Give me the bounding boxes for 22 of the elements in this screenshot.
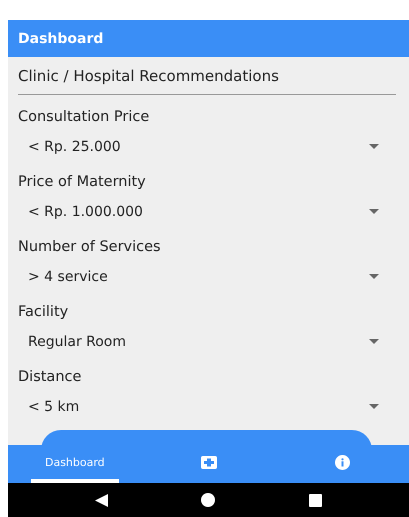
medical-cross-icon [200, 456, 216, 468]
dropdown[interactable]: > 4 service [18, 259, 409, 294]
dropdown[interactable]: < Rp. 25.000 [18, 129, 409, 164]
caret-icon [369, 339, 379, 344]
filter-label: Consultation Price [18, 108, 150, 127]
back-icon[interactable] [94, 494, 108, 506]
dropdown[interactable]: Regular Room [18, 324, 409, 359]
caret-icon [369, 209, 379, 214]
filter-label: Distance [18, 368, 82, 387]
caret-icon [369, 144, 379, 149]
app-bar-title: Dashboard [18, 30, 104, 46]
caret-icon [369, 274, 379, 279]
home-icon[interactable] [201, 493, 216, 507]
page-title: Clinic / Hospital Recommendations [18, 57, 396, 95]
filter-label: Number of Services [18, 238, 162, 257]
dropdown[interactable]: < 5 km [18, 389, 409, 424]
filter-label: Facility [18, 303, 70, 322]
info-icon [334, 454, 350, 470]
dropdown[interactable]: < Rp. 1.000.000 [18, 194, 409, 229]
filter-label: Price of Maternity [18, 173, 147, 192]
caret-icon [369, 404, 379, 409]
recents-icon[interactable] [309, 494, 322, 506]
